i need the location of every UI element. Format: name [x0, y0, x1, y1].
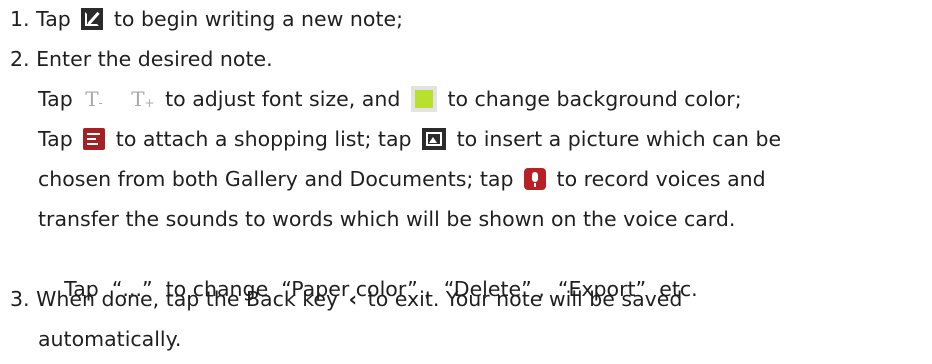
step-3-number: 3. — [10, 287, 30, 311]
attach-line-list-after: to attach a shopping list; tap — [115, 127, 412, 151]
back-icon: ‹ — [348, 287, 358, 311]
attach-line-pic-after: to insert a picture which can be — [456, 127, 782, 151]
attach-line-tap: Tap — [38, 127, 73, 151]
font-smaller-icon: T- — [85, 87, 103, 111]
step-2-attach-line: Tap to attach a shopping list; tap to in… — [38, 124, 781, 154]
step-1: 1. Tap to begin writing a new note; — [10, 4, 403, 34]
font-larger-icon: T+ — [131, 87, 155, 111]
step-2-font-line: Tap T- T+ to adjust font size, and to ch… — [38, 84, 742, 114]
font-line-tap: Tap — [38, 87, 73, 111]
step-3-text-after: to exit. Your note will be saved — [367, 287, 683, 311]
step-3-text-before: When done, tap the Back key — [36, 287, 339, 311]
step-2-gallery-line: chosen from both Gallery and Documents; … — [38, 164, 766, 194]
step-2-number: 2. — [10, 47, 30, 71]
step-2-more-line: Tap “...” to change “Paper color” , “Del… — [38, 244, 698, 301]
gallery-line-after: to record voices and — [556, 167, 766, 191]
step-2-transfer-line: transfer the sounds to words which will … — [38, 204, 735, 234]
step-3-continuation: automatically. — [38, 324, 181, 354]
step-2-text: Enter the desired note. — [36, 47, 273, 71]
microphone-icon — [524, 168, 546, 190]
font-line-middle: to adjust font size, and — [165, 87, 401, 111]
picture-icon — [422, 128, 447, 150]
step-1-text-before: Tap — [36, 7, 71, 31]
font-line-after: to change background color; — [447, 87, 742, 111]
step-2: 2. Enter the desired note. — [10, 44, 273, 74]
step-3-cont-text: automatically. — [38, 327, 182, 351]
step-3: 3. When done, tap the Back key ‹ to exit… — [10, 284, 682, 314]
step-1-number: 1. — [10, 7, 30, 31]
step-1-text-after: to begin writing a new note; — [113, 7, 404, 31]
compose-icon — [81, 8, 104, 30]
instruction-document: 1. Tap to begin writing a new note; 2. E… — [0, 0, 932, 364]
shopping-list-icon — [83, 128, 106, 150]
background-color-icon — [410, 86, 437, 112]
gallery-line-before: chosen from both Gallery and Documents; … — [38, 167, 514, 191]
transfer-line-text: transfer the sounds to words which will … — [38, 207, 736, 231]
